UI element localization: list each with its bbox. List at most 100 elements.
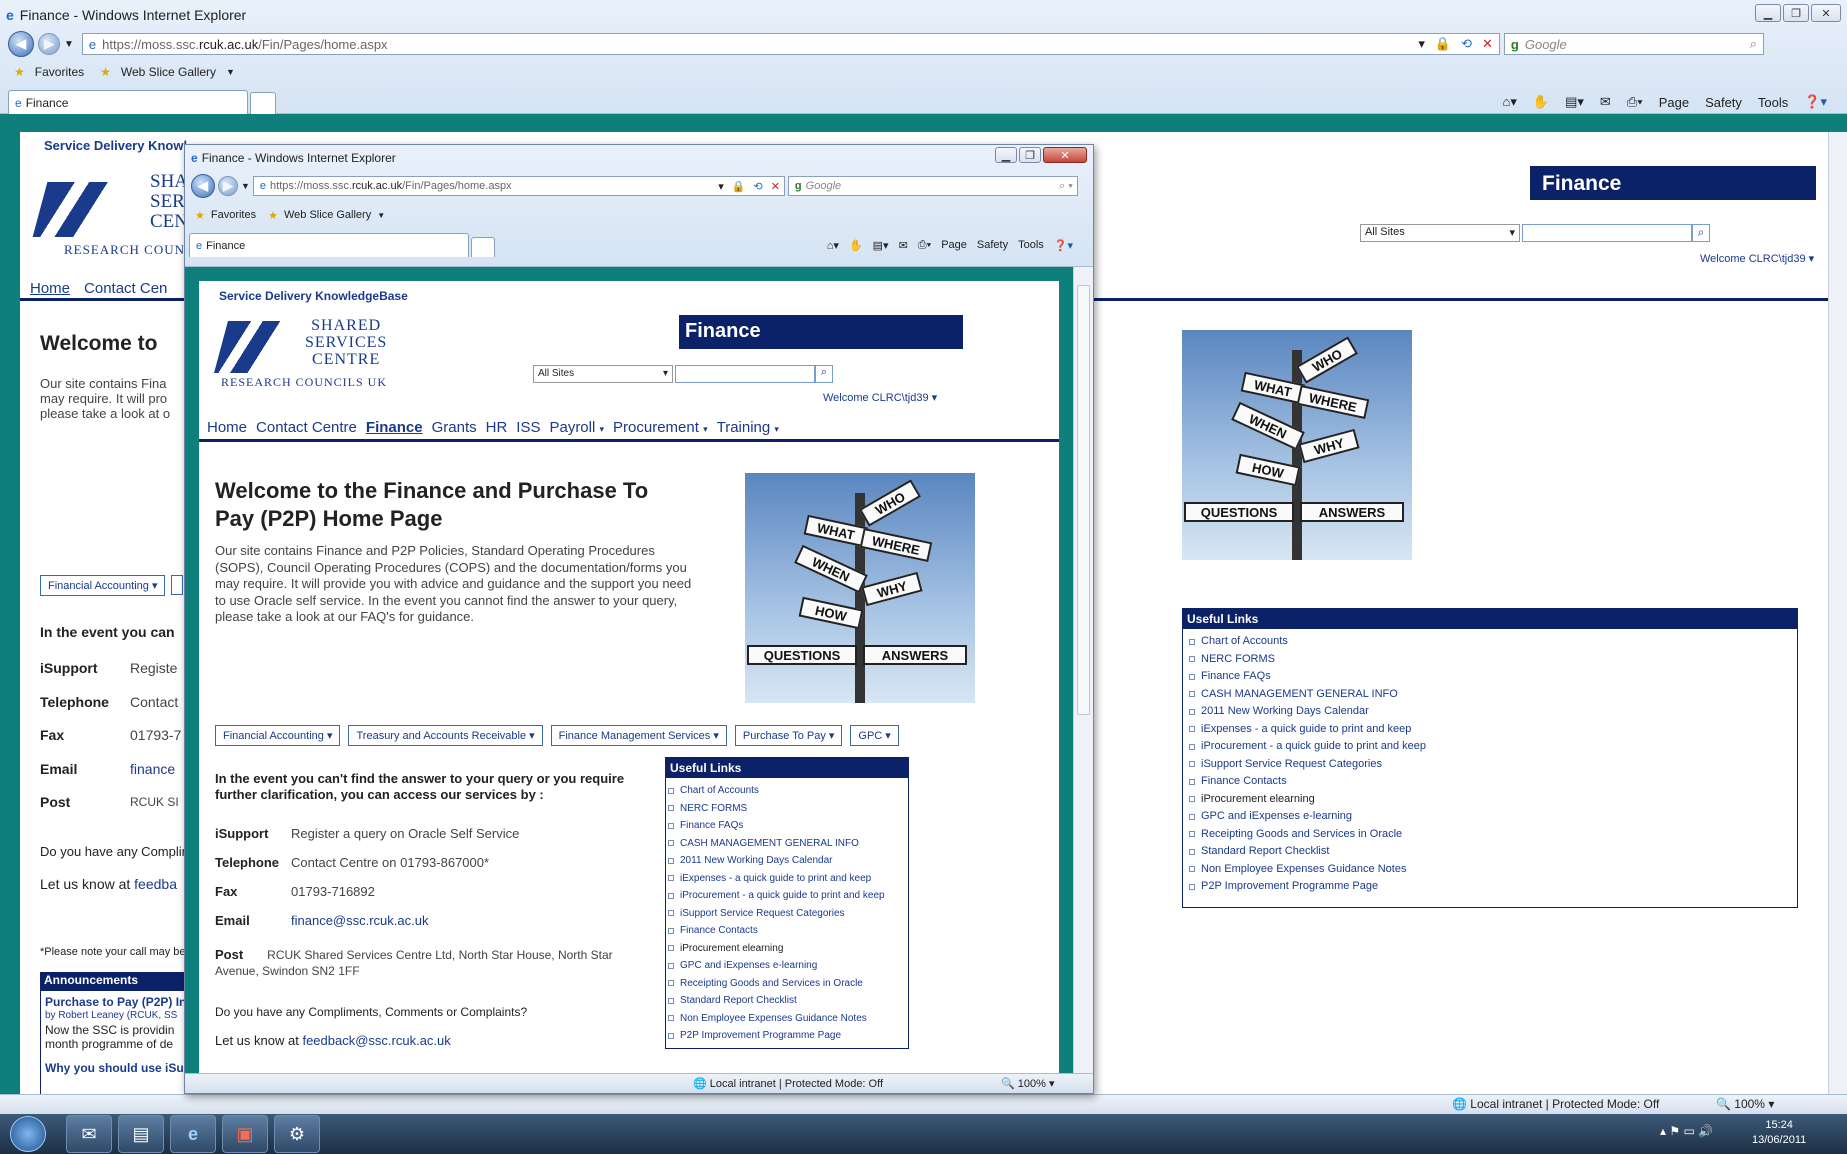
outer-scrollbar[interactable] xyxy=(1828,132,1847,1094)
site-search-input[interactable] xyxy=(675,365,815,383)
refresh-icon[interactable]: ⟲ xyxy=(1461,36,1472,52)
useful-link-item[interactable]: iProcurement elearning xyxy=(668,940,906,958)
feeds-icon[interactable]: ▤▾ xyxy=(1565,94,1584,110)
hand-icon[interactable]: ✋ xyxy=(1533,94,1549,110)
bg-link-item[interactable]: Finance FAQs xyxy=(1189,668,1791,686)
welcome-user-menu[interactable]: Welcome CLRC\tjd39 ▾ xyxy=(823,391,937,404)
dd-gpc[interactable]: GPC ▾ xyxy=(850,725,899,746)
search-box[interactable]: g Google ⌕ xyxy=(1503,33,1764,55)
clock-time[interactable]: 15:24 xyxy=(1752,1118,1806,1133)
bg-link-item[interactable]: iProcurement elearning xyxy=(1189,791,1791,809)
bg-link-item[interactable]: iProcurement - a quick guide to print an… xyxy=(1189,738,1791,756)
feedback-link[interactable]: feedback@ssc.rcuk.ac.uk xyxy=(302,1033,450,1048)
bg-dd-next[interactable] xyxy=(171,575,183,595)
nav-payroll[interactable]: Payroll ▾ xyxy=(549,419,604,436)
bg-link-item[interactable]: Chart of Accounts xyxy=(1189,633,1791,651)
bg-link-item[interactable]: Receipting Goods and Services in Oracle xyxy=(1189,826,1791,844)
bg-logo[interactable]: SHA SER CEN RESEARCH COUNC xyxy=(32,172,200,257)
close-button[interactable]: ✕ xyxy=(1811,4,1841,22)
bg-link-item[interactable]: Standard Report Checklist xyxy=(1189,843,1791,861)
inner-scrollbar[interactable] xyxy=(1073,267,1093,1073)
inner-safety-menu[interactable]: Safety xyxy=(977,239,1008,251)
nav-finance[interactable]: Finance xyxy=(366,419,423,436)
bg-search-scope[interactable]: All Sites ▾ xyxy=(1360,224,1520,242)
inner-page-menu[interactable]: Page xyxy=(941,239,967,251)
useful-link-item[interactable]: Non Employee Expenses Guidance Notes xyxy=(668,1010,906,1028)
outer-tab-finance[interactable]: e Finance xyxy=(8,90,248,114)
search-icon[interactable]: ⌕ xyxy=(1750,36,1763,52)
inner-mail-icon[interactable]: ✉ xyxy=(899,239,908,252)
inner-favorites-button[interactable]: Favorites xyxy=(211,209,256,221)
bg-search-input[interactable] xyxy=(1522,224,1692,242)
page-menu[interactable]: Page xyxy=(1659,95,1689,110)
home-icon[interactable]: ⌂▾ xyxy=(1503,94,1517,110)
useful-link-item[interactable]: NERC FORMS xyxy=(668,800,906,818)
useful-link-item[interactable]: P2P Improvement Programme Page xyxy=(668,1027,906,1045)
nav-contact-centre[interactable]: Contact Centre xyxy=(256,419,357,436)
nav-training[interactable]: Training ▾ xyxy=(717,419,779,436)
inner-help-icon[interactable]: ❓▾ xyxy=(1054,239,1073,252)
useful-link-item[interactable]: Finance FAQs xyxy=(668,817,906,835)
inner-forward-button[interactable]: ▶ xyxy=(218,176,238,196)
inner-web-slice-gallery[interactable]: Web Slice Gallery xyxy=(284,209,371,221)
inner-feeds-icon[interactable]: ▤▾ xyxy=(873,239,889,252)
inner-zoom[interactable]: 🔍 100% ▾ xyxy=(1001,1077,1054,1090)
start-button[interactable] xyxy=(10,1116,46,1152)
kb-title[interactable]: Service Delivery KnowledgeBase xyxy=(219,289,408,303)
useful-link-item[interactable]: Standard Report Checklist xyxy=(668,992,906,1010)
bg-link-item[interactable]: Finance Contacts xyxy=(1189,773,1791,791)
dropdown-icon[interactable]: ▾ xyxy=(1418,36,1425,52)
web-slice-gallery[interactable]: Web Slice Gallery xyxy=(121,65,216,79)
favorites-button[interactable]: Favorites xyxy=(35,65,84,79)
history-dropdown-icon[interactable]: ▼ xyxy=(64,39,74,50)
back-button[interactable]: ◀ xyxy=(8,31,34,57)
acrobat-taskbar-icon[interactable]: ▣ xyxy=(222,1115,268,1153)
useful-link-item[interactable]: iProcurement - a quick guide to print an… xyxy=(668,887,906,905)
bg-link-item[interactable]: NERC FORMS xyxy=(1189,651,1791,669)
bg-welcome-user[interactable]: Welcome CLRC\tjd39 ▾ xyxy=(1700,252,1814,265)
inner-address-bar[interactable]: e https://moss.ssc. rcuk.ac.uk/Fin/Pages/… xyxy=(252,176,785,196)
inner-home-icon[interactable]: ⌂▾ xyxy=(827,239,839,252)
mail-icon[interactable]: ✉ xyxy=(1600,94,1611,110)
inner-add-favorites-icon[interactable]: ★ xyxy=(268,209,278,222)
lock-icon[interactable]: 🔒 xyxy=(1435,36,1451,52)
inner-history-icon[interactable]: ▼ xyxy=(241,181,250,191)
forward-button[interactable]: ▶ xyxy=(38,33,60,55)
inner-search-box[interactable]: g Google ⌕ ▾ xyxy=(787,176,1078,196)
bg-link-item[interactable]: GPC and iExpenses e-learning xyxy=(1189,808,1791,826)
useful-link-item[interactable]: iExpenses - a quick guide to print and k… xyxy=(668,870,906,888)
maximize-button[interactable]: ❐ xyxy=(1783,4,1809,22)
useful-link-item[interactable]: CASH MANAGEMENT GENERAL INFO xyxy=(668,835,906,853)
minimize-button[interactable]: ▁ xyxy=(1755,4,1781,22)
inner-hand-icon[interactable]: ✋ xyxy=(849,239,863,252)
useful-link-item[interactable]: Receipting Goods and Services in Oracle xyxy=(668,975,906,993)
nav-home[interactable]: Home xyxy=(207,419,247,436)
new-tab-button[interactable] xyxy=(250,92,276,114)
help-icon[interactable]: ❓▾ xyxy=(1804,94,1827,110)
bg-kb-title[interactable]: Service Delivery Knowl xyxy=(44,138,187,153)
explorer-taskbar-icon[interactable]: ▤ xyxy=(118,1115,164,1153)
dd-financial-accounting[interactable]: Financial Accounting ▾ xyxy=(215,725,341,746)
inner-minimize-button[interactable]: ▁ xyxy=(995,147,1017,163)
print-icon[interactable]: ⎙▾ xyxy=(1627,94,1643,110)
tray-icons[interactable]: ▴ ⚑ ▭ 🔊 xyxy=(1660,1124,1713,1138)
nav-procurement[interactable]: Procurement ▾ xyxy=(613,419,708,436)
safety-menu[interactable]: Safety xyxy=(1705,95,1742,110)
bg-feedback-link[interactable]: feedba xyxy=(134,876,177,892)
inner-tools-menu[interactable]: Tools xyxy=(1018,239,1044,251)
inner-stop-icon[interactable]: ✕ xyxy=(771,180,780,193)
useful-link-item[interactable]: Finance Contacts xyxy=(668,922,906,940)
useful-link-item[interactable]: iSupport Service Request Categories xyxy=(668,905,906,923)
inner-tab-finance[interactable]: e Finance xyxy=(189,233,469,257)
bg-ann2-title[interactable]: Why you should use iSup xyxy=(45,1061,195,1075)
useful-link-item[interactable]: 2011 New Working Days Calendar xyxy=(668,852,906,870)
nav-grants[interactable]: Grants xyxy=(432,419,477,436)
inner-search-icon[interactable]: ⌕ ▾ xyxy=(1059,180,1077,193)
clock-date[interactable]: 13/06/2011 xyxy=(1752,1133,1806,1148)
inner-lock-icon[interactable]: 🔒 xyxy=(732,180,746,193)
app-taskbar-icon[interactable]: ⚙ xyxy=(274,1115,320,1153)
address-bar[interactable]: e https://moss.ssc. rcuk.ac.uk/Fin/Pages/… xyxy=(81,33,1500,55)
inner-print-icon[interactable]: ⎙▾ xyxy=(918,239,931,252)
bg-link-item[interactable]: CASH MANAGEMENT GENERAL INFO xyxy=(1189,686,1791,704)
outlook-taskbar-icon[interactable]: ✉ xyxy=(66,1115,112,1153)
